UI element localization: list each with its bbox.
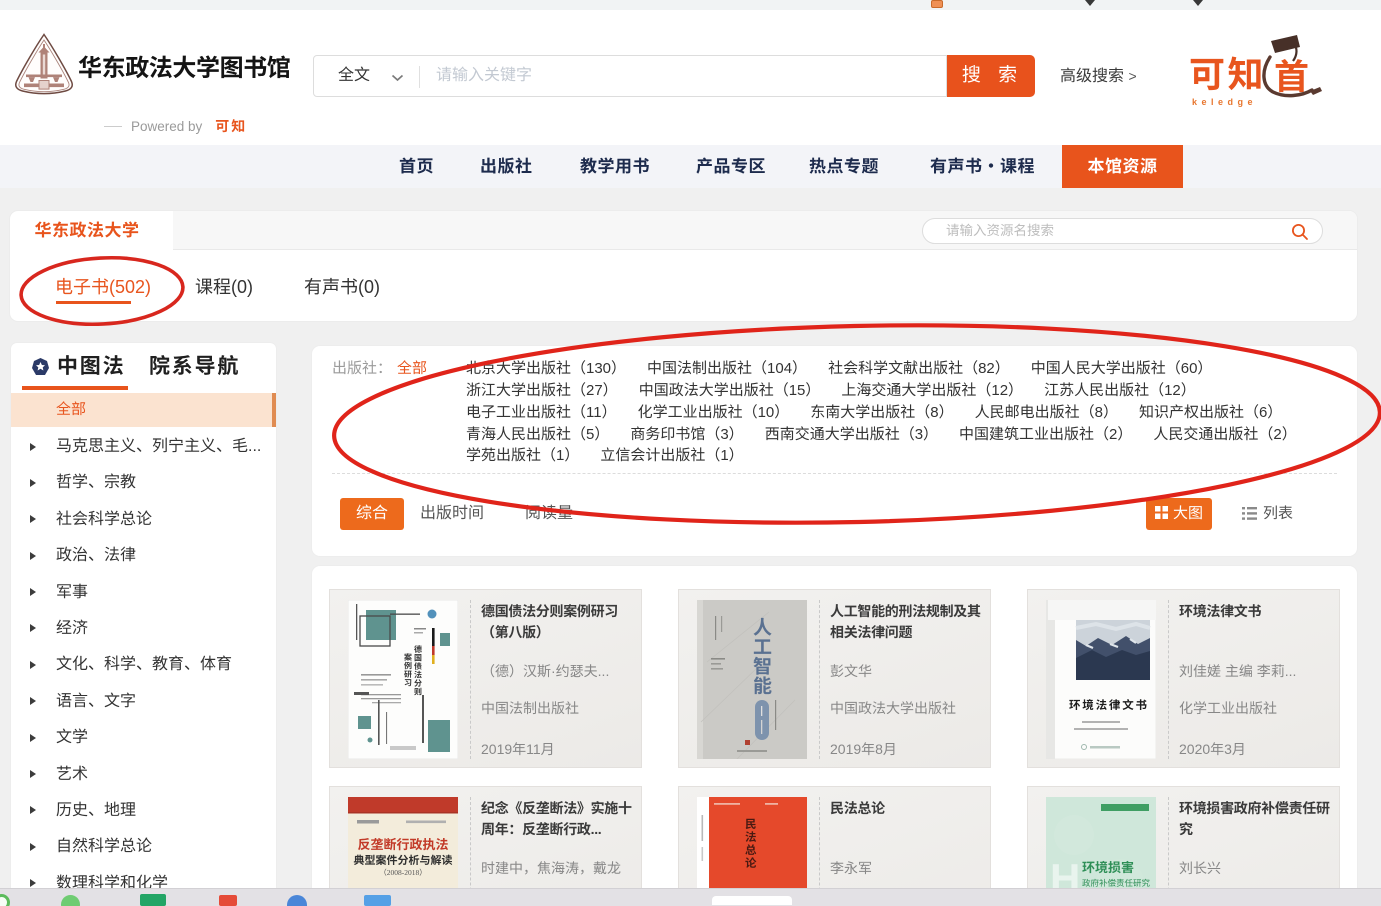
svg-text:民法总论: 民法总论	[745, 816, 757, 871]
svg-text:可知: 可知	[1189, 46, 1266, 98]
svg-text:环境法律文书: 环境法律文书	[1069, 697, 1149, 713]
svg-text:（2008-2018）: （2008-2018）	[379, 867, 427, 878]
svg-text:环境损害: 环境损害	[1082, 857, 1134, 876]
svg-text:keledge: keledge	[1192, 97, 1257, 107]
svg-text:典型案件分析与解读: 典型案件分析与解读	[354, 852, 453, 868]
svg-text:人工智能: 人工智能	[753, 613, 772, 699]
svg-text:案例研习: 案例研习	[404, 652, 412, 689]
svg-text:反垄断行政执法: 反垄断行政执法	[357, 834, 448, 853]
svg-text:德国债法分则: 德国债法分则	[414, 644, 422, 698]
